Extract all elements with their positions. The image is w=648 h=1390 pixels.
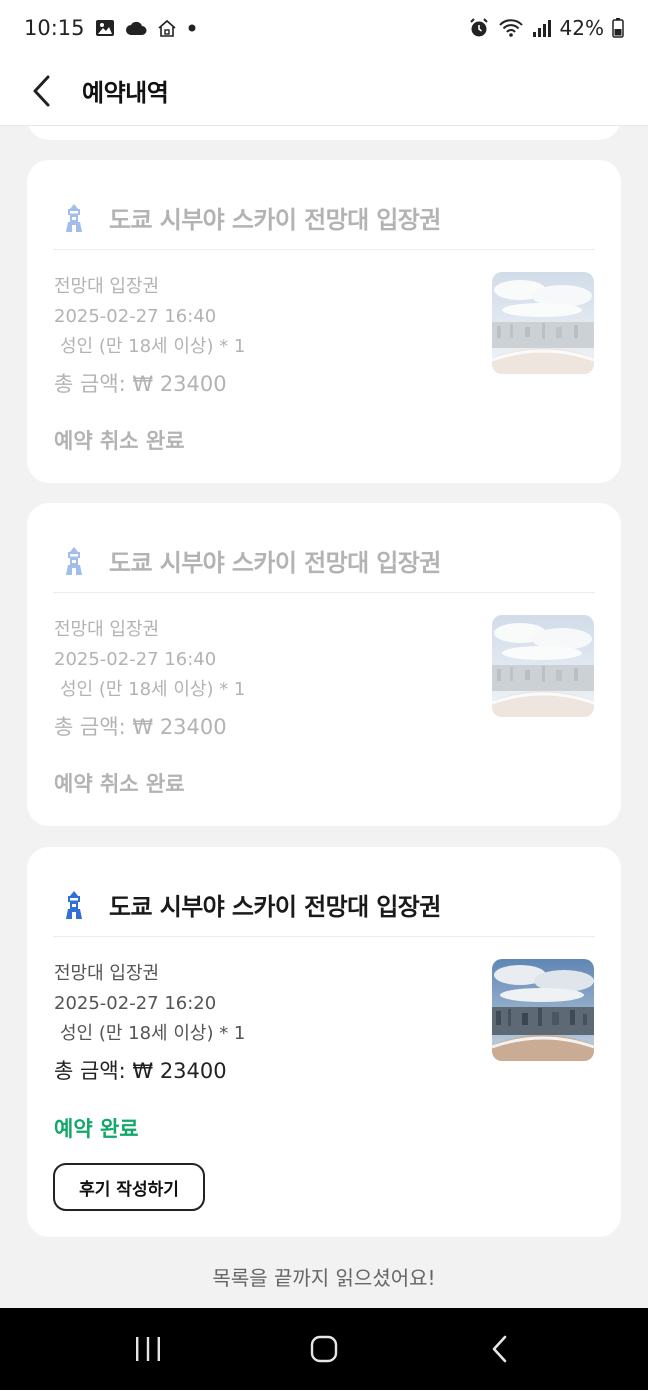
back-button[interactable]	[0, 56, 90, 126]
card-header: 도쿄 시부야 스카이 전망대 입장권	[53, 529, 595, 593]
reservation-card[interactable]: 도쿄 시부야 스카이 전망대 입장권 전망대 입장권 2025-02-27 16…	[27, 503, 621, 826]
card-title: 도쿄 시부야 스카이 전망대 입장권	[109, 549, 441, 577]
recent-apps-button[interactable]	[108, 1308, 188, 1390]
write-review-button[interactable]: 후기 작성하기	[53, 1163, 205, 1211]
alarm-icon	[468, 17, 490, 39]
recent-apps-icon	[136, 1337, 160, 1361]
reservation-list[interactable]: 도쿄 시부야 스카이 전망대 입장권 전망대 입장권 2025-02-27 16…	[0, 126, 648, 1308]
observatory-thumbnail	[492, 959, 594, 1061]
guest-count: 성인 (만 18세 이상) * 1	[60, 336, 246, 357]
system-back-button[interactable]	[460, 1308, 540, 1390]
home-button-icon	[310, 1335, 338, 1363]
app-header: 예약내역	[0, 56, 648, 126]
gallery-icon	[95, 19, 115, 37]
system-navigation-bar	[0, 1308, 648, 1390]
reservation-card[interactable]: 도쿄 시부야 스카이 전망대 입장권 전망대 입장권 2025-02-27 16…	[27, 847, 621, 1237]
back-icon	[492, 1335, 507, 1363]
status-time: 10:15	[24, 16, 85, 40]
reservation-datetime: 2025-02-27 16:20	[54, 993, 217, 1014]
notification-dot-icon	[187, 23, 197, 33]
ticket-type: 전망대 입장권	[54, 276, 160, 297]
reservation-datetime: 2025-02-27 16:40	[54, 306, 217, 327]
signal-icon	[532, 18, 552, 38]
card-title: 도쿄 시부야 스카이 전망대 입장권	[109, 893, 441, 921]
guest-count: 성인 (만 18세 이상) * 1	[60, 679, 246, 700]
observatory-icon	[53, 197, 95, 239]
home-button[interactable]	[284, 1308, 364, 1390]
home-icon	[157, 19, 177, 37]
reservation-details: 전망대 입장권 2025-02-27 16:40 성인 (만 18세 이상) *…	[54, 615, 245, 747]
observatory-icon	[53, 540, 95, 582]
reservation-details: 전망대 입장권 2025-02-27 16:40 성인 (만 18세 이상) *…	[54, 272, 245, 404]
status-bar-right: 42%	[468, 16, 624, 40]
card-title: 도쿄 시부야 스카이 전망대 입장권	[109, 206, 441, 234]
total-price: 총 금액: ₩ 23400	[54, 1059, 227, 1083]
reservation-datetime: 2025-02-27 16:40	[54, 649, 217, 670]
ticket-type: 전망대 입장권	[54, 963, 160, 984]
battery-percent: 42%	[559, 16, 604, 40]
battery-icon	[612, 18, 624, 38]
reservation-details: 전망대 입장권 2025-02-27 16:20 성인 (만 18세 이상) *…	[54, 959, 245, 1091]
total-price: 총 금액: ₩ 23400	[54, 715, 227, 739]
reservation-status: 예약 취소 완료	[54, 772, 185, 796]
total-price: 총 금액: ₩ 23400	[54, 372, 227, 396]
observatory-thumbnail	[492, 615, 594, 717]
ticket-type: 전망대 입장권	[54, 619, 160, 640]
reservation-status: 예약 완료	[54, 1117, 139, 1141]
previous-card-edge	[27, 126, 621, 140]
reservation-card[interactable]: 도쿄 시부야 스카이 전망대 입장권 전망대 입장권 2025-02-27 16…	[27, 160, 621, 483]
wifi-icon	[498, 18, 524, 38]
status-bar: 10:15 42%	[0, 0, 648, 56]
guest-count: 성인 (만 18세 이상) * 1	[60, 1023, 246, 1044]
observatory-icon	[53, 884, 95, 926]
page-title: 예약내역	[82, 79, 169, 107]
status-bar-left: 10:15	[24, 16, 197, 40]
cloud-icon	[125, 20, 147, 36]
card-header: 도쿄 시부야 스카이 전망대 입장권	[53, 873, 595, 937]
observatory-thumbnail	[492, 272, 594, 374]
reservation-status: 예약 취소 완료	[54, 429, 185, 453]
card-header: 도쿄 시부야 스카이 전망대 입장권	[53, 186, 595, 250]
end-of-list-message: 목록을 끝까지 읽으셨어요!	[212, 1266, 436, 1290]
chevron-left-icon	[33, 75, 50, 106]
